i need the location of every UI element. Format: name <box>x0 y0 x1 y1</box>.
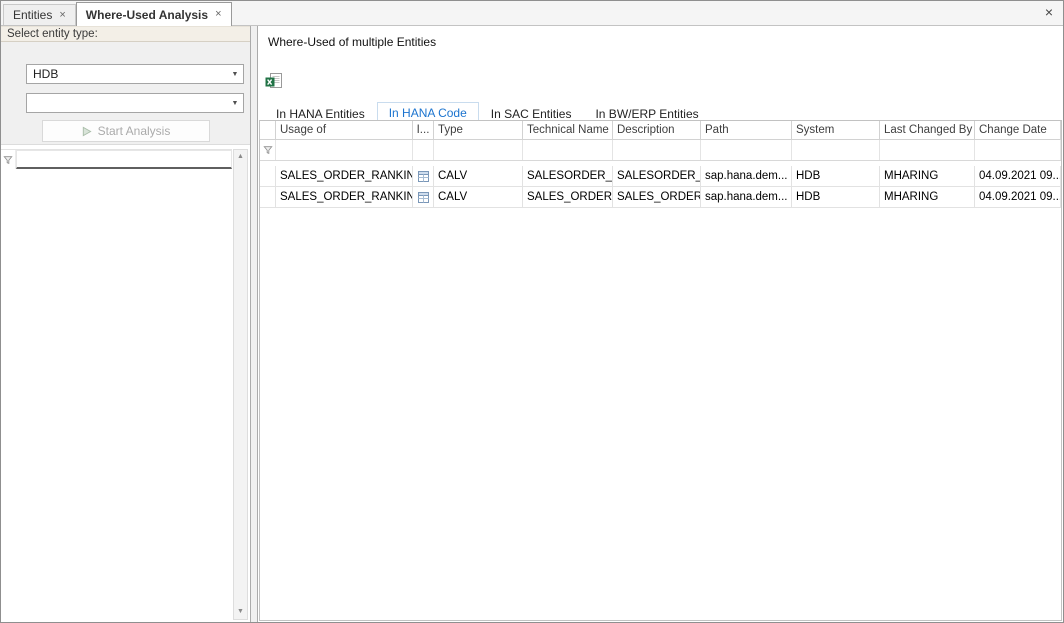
entity-type-groupbox: HDB ▼ ▼ Start Analysis <box>1 42 250 145</box>
chevron-down-icon[interactable]: ▼ <box>227 100 243 107</box>
calculation-view-icon <box>417 170 430 183</box>
column-header-path[interactable]: Path <box>701 121 792 139</box>
cell-description[interactable]: SALESORDER_... <box>613 166 701 186</box>
filter-cell-type[interactable] <box>434 140 523 160</box>
entity-type-dropdown[interactable]: HDB ▼ <box>26 64 244 84</box>
column-header-usage-of[interactable]: Usage of <box>276 121 413 139</box>
column-header-icon[interactable]: I... <box>413 121 434 139</box>
entity-type-value: HDB <box>33 67 58 81</box>
grid-filter-row <box>260 140 1061 161</box>
entity-selection-panel: Select entity type: HDB ▼ ▼ Start Analys… <box>1 26 251 622</box>
entity-tree-filter-row <box>1 149 232 169</box>
column-header-last-changed-by[interactable]: Last Changed By <box>880 121 975 139</box>
column-header-technical-name[interactable]: Technical Name <box>523 121 613 139</box>
tab-entities[interactable]: Entities × <box>3 4 76 25</box>
start-analysis-label: Start Analysis <box>98 124 171 138</box>
grid-header-row: Usage of I... Type Technical Name Descri… <box>260 121 1061 140</box>
tab-entities-label: Entities <box>13 8 52 22</box>
row-gutter <box>260 187 276 207</box>
cell-usage-of[interactable]: SALES_ORDER_RANKING <box>276 187 413 207</box>
play-icon <box>81 126 92 137</box>
filter-cell-icon[interactable] <box>413 140 434 160</box>
funnel-icon <box>3 155 13 165</box>
tree-filter-input[interactable] <box>16 150 232 169</box>
start-analysis-button[interactable]: Start Analysis <box>42 120 210 142</box>
filter-cell-technical-name[interactable] <box>523 140 613 160</box>
tab-where-used-label: Where-Used Analysis <box>86 8 208 22</box>
filter-cell-description[interactable] <box>613 140 701 160</box>
close-tab-icon[interactable]: × <box>215 9 221 20</box>
tab-where-used-analysis[interactable]: Where-Used Analysis × <box>76 2 232 26</box>
cell-type[interactable]: CALV <box>434 166 523 186</box>
cell-technical-name[interactable]: SALESORDER_... <box>523 166 613 186</box>
filter-row-gutter[interactable] <box>260 140 276 160</box>
tree-filter-gutter[interactable] <box>1 150 16 169</box>
cell-path[interactable]: sap.hana.dem... <box>701 166 792 186</box>
cell-system[interactable]: HDB <box>792 187 880 207</box>
export-excel-button[interactable] <box>265 73 283 90</box>
header-gutter <box>260 121 276 139</box>
column-header-type[interactable]: Type <box>434 121 523 139</box>
filter-cell-last-changed-by[interactable] <box>880 140 975 160</box>
where-used-grid: Usage of I... Type Technical Name Descri… <box>259 120 1062 621</box>
filter-cell-path[interactable] <box>701 140 792 160</box>
calculation-view-icon <box>417 191 430 204</box>
column-header-change-date[interactable]: Change Date <box>975 121 1061 139</box>
cell-usage-of[interactable]: SALES_ORDER_RANKING <box>276 166 413 186</box>
close-tab-icon[interactable]: × <box>59 10 65 21</box>
excel-export-icon <box>265 73 282 90</box>
cell-technical-name[interactable]: SALES_ORDER... <box>523 187 613 207</box>
main-content: Select entity type: HDB ▼ ▼ Start Analys… <box>1 26 1063 622</box>
entity-dropdown[interactable]: ▼ <box>26 93 244 113</box>
document-tabbar: Entities × Where-Used Analysis × × <box>1 1 1063 26</box>
column-header-description[interactable]: Description <box>613 121 701 139</box>
row-gutter <box>260 166 276 186</box>
cell-last-changed-by[interactable]: MHARING <box>880 166 975 186</box>
scroll-up-icon[interactable]: ▲ <box>237 152 244 162</box>
cell-last-changed-by[interactable]: MHARING <box>880 187 975 207</box>
cell-change-date[interactable]: 04.09.2021 09... <box>975 166 1061 186</box>
cell-change-date[interactable]: 04.09.2021 09... <box>975 187 1061 207</box>
cell-object-icon[interactable] <box>413 166 434 186</box>
filter-cell-system[interactable] <box>792 140 880 160</box>
filter-cell-change-date[interactable] <box>975 140 1061 160</box>
column-header-system[interactable]: System <box>792 121 880 139</box>
results-title: Where-Used of multiple Entities <box>258 26 1063 49</box>
scroll-down-icon[interactable]: ▼ <box>237 607 244 617</box>
close-icon[interactable]: × <box>1045 5 1053 19</box>
cell-path[interactable]: sap.hana.dem... <box>701 187 792 207</box>
cell-type[interactable]: CALV <box>434 187 523 207</box>
filter-cell-usage-of[interactable] <box>276 140 413 160</box>
chevron-down-icon[interactable]: ▼ <box>227 71 243 78</box>
table-row[interactable]: SALES_ORDER_RANKING CALV SALES_ORDER... … <box>260 187 1061 208</box>
cell-object-icon[interactable] <box>413 187 434 207</box>
where-used-results-panel: Where-Used of multiple Entities In HANA … <box>257 26 1063 622</box>
table-row[interactable]: SALES_ORDER_RANKING CALV SALESORDER_... … <box>260 166 1061 187</box>
panel-caption: Select entity type: <box>1 26 250 42</box>
funnel-icon <box>263 145 273 155</box>
app-window: Entities × Where-Used Analysis × × Selec… <box>0 0 1064 623</box>
cell-description[interactable]: SALES_ORDER... <box>613 187 701 207</box>
left-panel-scrollbar[interactable]: ▲ ▼ <box>233 149 248 620</box>
cell-system[interactable]: HDB <box>792 166 880 186</box>
